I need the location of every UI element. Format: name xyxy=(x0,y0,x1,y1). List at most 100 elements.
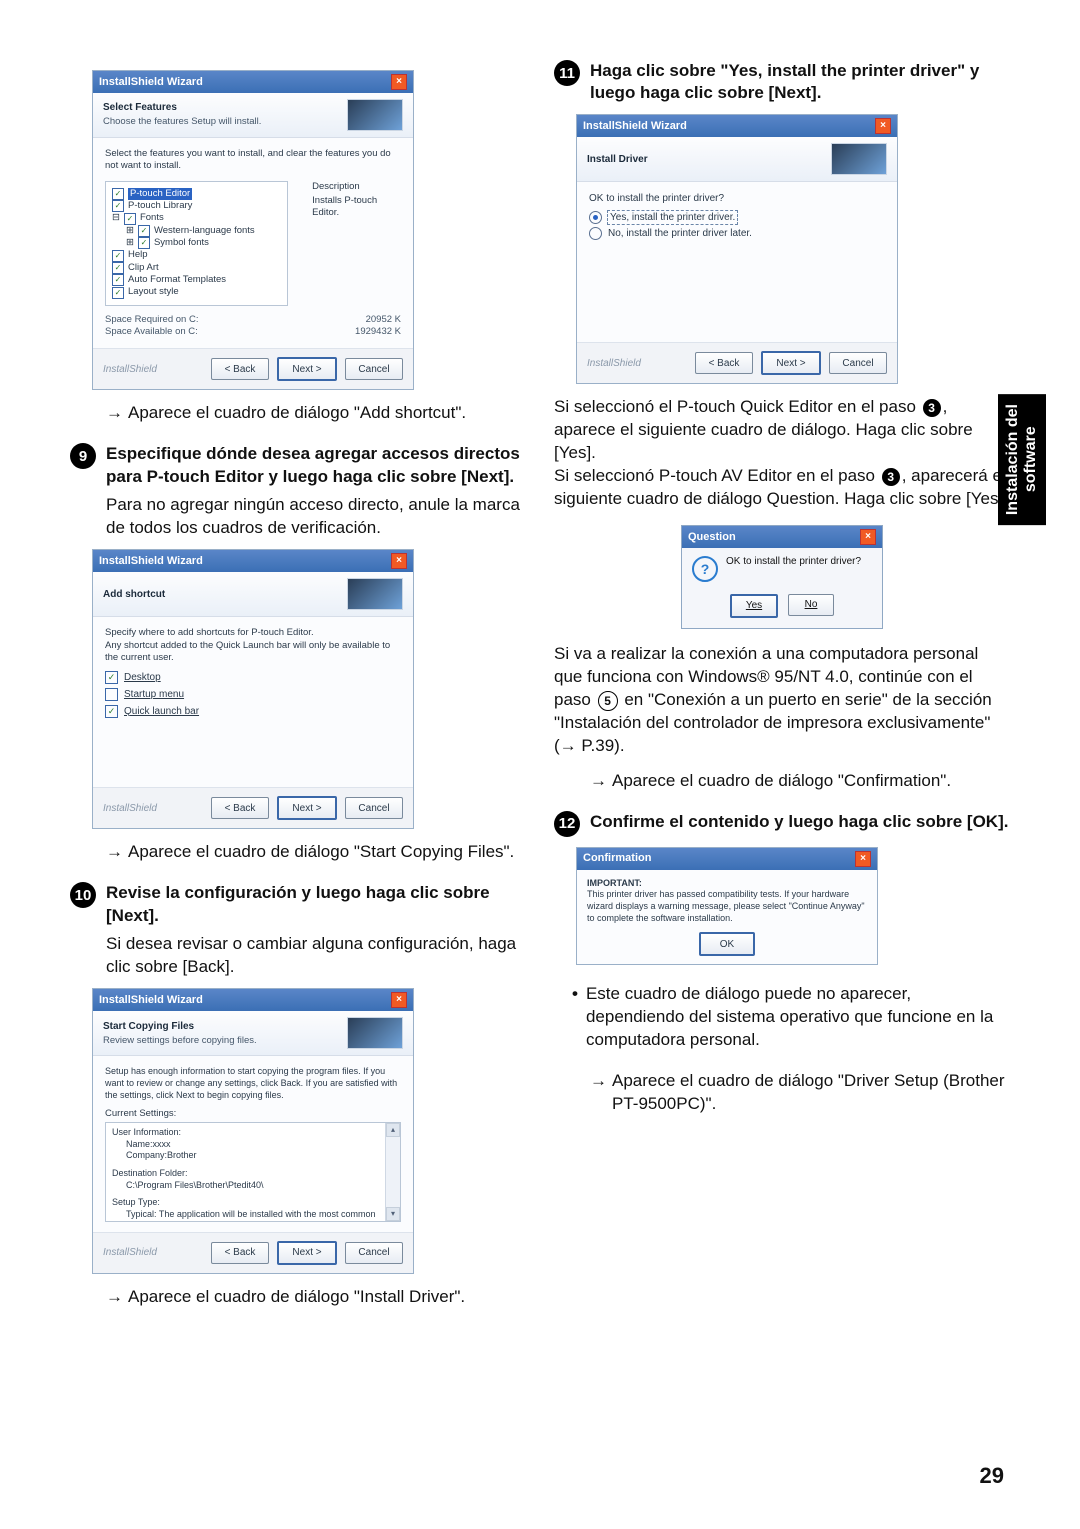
yes-button[interactable]: Yes xyxy=(730,594,778,618)
next-button[interactable]: Next > xyxy=(277,357,337,381)
dlg1-instr: Select the features you want to install,… xyxy=(105,148,401,173)
cancel-button[interactable]: Cancel xyxy=(345,797,403,819)
cs-l1: User Information: xyxy=(112,1127,394,1139)
back-button[interactable]: < Back xyxy=(211,358,269,380)
tree-n2a[interactable]: Western-language fonts xyxy=(154,225,255,237)
conf-title: Confirmation xyxy=(583,851,651,865)
cs-l2: Name:xxxx xyxy=(112,1139,394,1151)
step-num-10: 10 xyxy=(70,882,96,908)
dlg3-intro: Setup has enough information to start co… xyxy=(105,1066,401,1101)
step-num-11: 11 xyxy=(554,60,580,86)
dlg2-title: InstallShield Wizard xyxy=(99,554,203,568)
ok-button[interactable]: OK xyxy=(699,932,755,956)
chk-desktop-label: Desktop xyxy=(124,671,161,684)
close-icon[interactable]: × xyxy=(860,529,876,545)
dlg-install-driver: InstallShield Wizard × Install Driver OK… xyxy=(576,114,898,384)
radio-no-label: No, install the printer driver later. xyxy=(608,227,752,240)
back-button[interactable]: < Back xyxy=(211,1242,269,1264)
close-icon[interactable]: × xyxy=(391,74,407,90)
tree-n1[interactable]: P-touch Library xyxy=(128,200,192,212)
back-button[interactable]: < Back xyxy=(211,797,269,819)
header-art xyxy=(347,99,403,131)
space-avail-val: 1929432 K xyxy=(355,326,401,338)
dlg1-brand: InstallShield xyxy=(103,363,157,376)
dlg3-cs: Current Settings: xyxy=(105,1108,401,1120)
dlg-select-features: InstallShield Wizard × Select Features C… xyxy=(92,70,414,390)
dlg2-head: Add shortcut xyxy=(103,588,165,601)
cancel-button[interactable]: Cancel xyxy=(829,352,887,374)
close-icon[interactable]: × xyxy=(391,553,407,569)
cancel-button[interactable]: Cancel xyxy=(345,358,403,380)
space-req-label: Space Required on C: xyxy=(105,314,198,326)
conf-body: This printer driver has passed compatibi… xyxy=(587,889,867,924)
tree-n2b[interactable]: Symbol fonts xyxy=(154,237,209,249)
ref-3a: 3 xyxy=(923,399,941,417)
checkbox-startup[interactable] xyxy=(105,688,118,701)
ref-5: 5 xyxy=(598,691,618,711)
cs-l7: Typical: The application will be install… xyxy=(112,1209,394,1222)
next-button[interactable]: Next > xyxy=(277,796,337,820)
tree-n3[interactable]: Help xyxy=(128,249,148,261)
cs-l3: Company:Brother xyxy=(112,1150,394,1162)
scroll-up-icon[interactable]: ▴ xyxy=(386,1123,400,1137)
back-button[interactable]: < Back xyxy=(695,352,753,374)
next-button[interactable]: Next > xyxy=(277,1241,337,1265)
dlg3-brand: InstallShield xyxy=(103,1246,157,1259)
right-bullet1: Este cuadro de diálogo puede no aparecer… xyxy=(572,983,1010,1052)
step9-title: Especifique dónde desea agregar accesos … xyxy=(106,443,526,487)
dlg3-sub: Review settings before copying files. xyxy=(103,1035,257,1047)
dlg-confirmation: Confirmation × IMPORTANT: This printer d… xyxy=(576,847,878,966)
tree-n2[interactable]: Fonts xyxy=(140,212,164,224)
close-icon[interactable]: × xyxy=(855,851,871,867)
dlg3-head: Start Copying Files xyxy=(103,1020,257,1033)
space-avail-label: Space Available on C: xyxy=(105,326,198,338)
dlg2-instr2: Any shortcut added to the Quick Launch b… xyxy=(105,640,401,665)
tree-n5[interactable]: Auto Format Templates xyxy=(128,274,226,286)
cancel-button[interactable]: Cancel xyxy=(345,1242,403,1264)
right-kicker2: Aparece el cuadro de diálogo "Driver Set… xyxy=(590,1070,1010,1116)
dlg4-prompt: OK to install the printer driver? xyxy=(589,192,885,205)
step11-title: Haga clic sobre "Yes, install the printe… xyxy=(590,60,1010,104)
q-title: Question xyxy=(688,531,736,543)
desc-label: Description xyxy=(312,181,401,193)
left-kicker2: Aparece el cuadro de diálogo "Start Copy… xyxy=(106,841,526,864)
scrollbar[interactable]: ▴ ▾ xyxy=(385,1123,400,1221)
r-p3b: en "Conexión a un puerto en serie" de la… xyxy=(554,690,992,755)
r-p2a: Si seleccionó P-touch AV Editor en el pa… xyxy=(554,466,880,485)
tab-line1: Instalación del xyxy=(1004,404,1021,515)
feature-tree[interactable]: ✓P-touch Editor ✓P-touch Library ⊟✓Fonts… xyxy=(105,181,288,306)
section-tab: Instalación del software xyxy=(998,394,1046,525)
cs-l5: C:\Program Files\Brother\Ptedit40\ xyxy=(112,1180,394,1192)
left-kicker3: Aparece el cuadro de diálogo "Install Dr… xyxy=(106,1286,526,1309)
step12-title: Confirme el contenido y luego haga clic … xyxy=(590,811,1010,837)
dlg1-title: InstallShield Wizard xyxy=(99,75,203,89)
chk-startup-label: Startup menu xyxy=(124,688,184,701)
checkbox-quicklaunch[interactable]: ✓ xyxy=(105,705,118,718)
next-button[interactable]: Next > xyxy=(761,351,821,375)
tree-n0[interactable]: P-touch Editor xyxy=(128,188,192,200)
chk-quick-label: Quick launch bar xyxy=(124,705,199,718)
desc-text: Installs P-touch Editor. xyxy=(312,195,401,220)
dlg1-sub: Choose the features Setup will install. xyxy=(103,116,261,128)
radio-no[interactable] xyxy=(589,227,602,240)
radio-yes[interactable] xyxy=(589,211,602,224)
scroll-down-icon[interactable]: ▾ xyxy=(386,1207,400,1221)
question-icon: ? xyxy=(692,556,718,582)
tree-n6[interactable]: Layout style xyxy=(128,286,179,298)
no-button[interactable]: No xyxy=(788,594,834,616)
conf-imp: IMPORTANT: xyxy=(587,878,642,888)
cs-l4: Destination Folder: xyxy=(112,1168,394,1180)
dlg4-title: InstallShield Wizard xyxy=(583,119,687,133)
header-art xyxy=(347,578,403,610)
checkbox-desktop[interactable]: ✓ xyxy=(105,671,118,684)
cs-l6: Setup Type: xyxy=(112,1197,394,1209)
current-settings[interactable]: User Information: Name:xxxx Company:Brot… xyxy=(105,1122,401,1222)
close-icon[interactable]: × xyxy=(875,118,891,134)
close-icon[interactable]: × xyxy=(391,992,407,1008)
ref-3b: 3 xyxy=(882,468,900,486)
tree-n4[interactable]: Clip Art xyxy=(128,262,159,274)
dlg2-brand: InstallShield xyxy=(103,802,157,815)
tab-line2: software xyxy=(1022,427,1039,493)
step-num-12: 12 xyxy=(554,811,580,837)
left-kicker1: Aparece el cuadro de diálogo "Add shortc… xyxy=(106,402,526,425)
